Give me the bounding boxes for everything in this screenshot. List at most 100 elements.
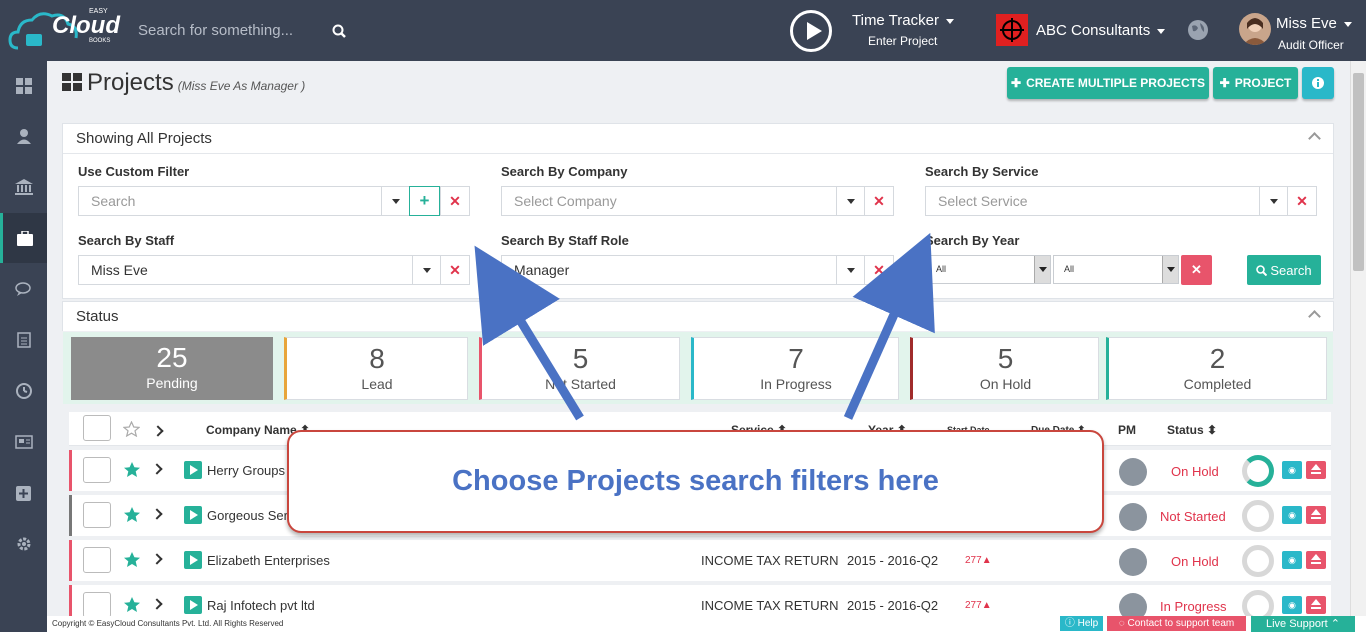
view-button[interactable]: ◉: [1282, 596, 1302, 614]
dropdown-arrow-icon[interactable]: [836, 256, 864, 284]
clear-staff-button[interactable]: ✕: [440, 255, 470, 285]
sidebar-item-bank[interactable]: [0, 162, 47, 212]
enter-project-label[interactable]: Enter Project: [868, 34, 937, 48]
create-multiple-projects-button[interactable]: ✚ CREATE MULTIPLE PROJECTS: [1007, 67, 1209, 99]
user-menu[interactable]: Miss Eve: [1276, 15, 1352, 32]
dropdown-arrow-icon[interactable]: [836, 187, 864, 215]
global-search-input[interactable]: [138, 22, 308, 39]
sidebar-item-messages[interactable]: [0, 264, 47, 314]
pm-avatar[interactable]: [1119, 503, 1147, 531]
filter-panel: Showing All Projects Use Custom Filter S…: [62, 123, 1334, 299]
status-card-not-started[interactable]: 5 Not Started: [479, 337, 680, 400]
bank-icon: [14, 179, 33, 195]
open-project-icon[interactable]: [184, 551, 202, 569]
contact-support-button[interactable]: ◌ Contact to support team: [1107, 616, 1246, 631]
row-checkbox[interactable]: [83, 502, 111, 528]
dropdown-arrow-icon[interactable]: [1162, 256, 1178, 283]
play-timer-icon[interactable]: [790, 10, 832, 52]
star-filled-icon[interactable]: [123, 551, 141, 568]
clear-custom-filter-button[interactable]: ✕: [440, 186, 470, 216]
info-button[interactable]: [1302, 67, 1334, 99]
archive-button[interactable]: [1306, 506, 1326, 524]
row-checkbox[interactable]: [83, 457, 111, 483]
view-button[interactable]: ◉: [1282, 461, 1302, 479]
company-select[interactable]: Select Company: [501, 186, 865, 216]
pm-avatar[interactable]: [1119, 458, 1147, 486]
custom-filter-select[interactable]: Search: [78, 186, 410, 216]
scrollbar-thumb[interactable]: [1353, 73, 1364, 271]
view-button[interactable]: ◉: [1282, 551, 1302, 569]
globe-icon[interactable]: [1186, 18, 1210, 42]
add-custom-filter-button[interactable]: +: [409, 186, 440, 216]
sidebar-item-documents[interactable]: [0, 315, 47, 365]
sidebar-item-dashboard[interactable]: [0, 61, 47, 111]
year-from-select[interactable]: All: [925, 255, 1051, 284]
row-checkbox[interactable]: [83, 592, 111, 618]
help-button[interactable]: ⓘ Help: [1060, 616, 1103, 631]
clear-year-button[interactable]: ✕: [1181, 255, 1212, 285]
archive-button[interactable]: [1306, 596, 1326, 614]
sidebar-item-settings[interactable]: [0, 519, 47, 569]
time-tracker-menu[interactable]: Time Tracker: [852, 12, 954, 29]
expand-all-chevron-icon[interactable]: [152, 425, 164, 437]
add-project-button[interactable]: ✚ PROJECT: [1213, 67, 1298, 99]
column-status[interactable]: Status ⬍: [1167, 423, 1217, 437]
user-avatar[interactable]: [1239, 13, 1271, 45]
open-project-icon[interactable]: [184, 461, 202, 479]
status-label: Pending: [146, 375, 198, 391]
table-row[interactable]: Elizabeth Enterprises INCOME TAX RETURN 20…: [69, 540, 1331, 581]
staff-role-select[interactable]: Manager: [501, 255, 865, 285]
clear-service-button[interactable]: ✕: [1287, 186, 1317, 216]
status-panel-title: Status: [76, 308, 119, 325]
staff-select[interactable]: Miss Eve: [78, 255, 441, 285]
live-support-button[interactable]: Live Support ⌃: [1251, 616, 1355, 632]
open-project-icon[interactable]: [184, 596, 202, 614]
sidebar-item-add[interactable]: [0, 468, 47, 518]
sidebar-item-timesheet[interactable]: [0, 366, 47, 416]
column-pm[interactable]: PM: [1118, 423, 1136, 437]
search-button[interactable]: Search: [1247, 255, 1321, 285]
row-company[interactable]: Elizabeth Enterprises: [207, 553, 330, 568]
annotation-callout: Choose Projects search filters here: [287, 430, 1104, 533]
star-filled-icon[interactable]: [123, 506, 141, 523]
year-to-select[interactable]: All: [1053, 255, 1179, 284]
service-select[interactable]: Select Service: [925, 186, 1288, 216]
select-all-checkbox[interactable]: [83, 415, 111, 441]
sidebar-item-users[interactable]: [0, 111, 47, 161]
staff-role-value: Manager: [514, 262, 570, 278]
open-project-icon[interactable]: [184, 506, 202, 524]
archive-button[interactable]: [1306, 461, 1326, 479]
dropdown-arrow-icon[interactable]: [1034, 256, 1050, 283]
view-button[interactable]: ◉: [1282, 506, 1302, 524]
status-card-pending[interactable]: 25 Pending: [71, 337, 273, 400]
expand-row-chevron-icon[interactable]: [151, 508, 163, 520]
sidebar-item-news[interactable]: [0, 417, 47, 467]
archive-button[interactable]: [1306, 551, 1326, 569]
vertical-scrollbar[interactable]: [1350, 61, 1366, 616]
row-company[interactable]: Raj Infotech pvt ltd: [207, 598, 315, 613]
dashboard-icon: [15, 78, 32, 94]
status-card-lead[interactable]: 8 Lead: [284, 337, 468, 400]
status-card-in-progress[interactable]: 7 In Progress: [691, 337, 899, 400]
search-icon[interactable]: [332, 24, 346, 38]
status-card-completed[interactable]: 2 Completed: [1106, 337, 1327, 400]
dropdown-arrow-icon[interactable]: [412, 256, 440, 284]
app-logo[interactable]: EASY Cloud BOOKS: [8, 4, 128, 56]
clear-company-button[interactable]: ✕: [864, 186, 894, 216]
expand-row-chevron-icon[interactable]: [151, 463, 163, 475]
status-card-on-hold[interactable]: 5 On Hold: [910, 337, 1099, 400]
expand-row-chevron-icon[interactable]: [151, 553, 163, 565]
company-placeholder: Select Company: [514, 193, 617, 209]
star-outline-icon[interactable]: [123, 421, 140, 437]
dropdown-arrow-icon[interactable]: [381, 187, 409, 215]
project-button-label: PROJECT: [1234, 76, 1292, 90]
sidebar-item-projects[interactable]: [0, 213, 47, 263]
clear-staff-role-button[interactable]: ✕: [864, 255, 894, 285]
row-checkbox[interactable]: [83, 547, 111, 573]
pm-avatar[interactable]: [1119, 548, 1147, 576]
star-filled-icon[interactable]: [123, 461, 141, 478]
star-filled-icon[interactable]: [123, 596, 141, 613]
dropdown-arrow-icon[interactable]: [1259, 187, 1287, 215]
expand-row-chevron-icon[interactable]: [151, 598, 163, 610]
organization-switcher[interactable]: ABC Consultants: [1036, 22, 1166, 39]
